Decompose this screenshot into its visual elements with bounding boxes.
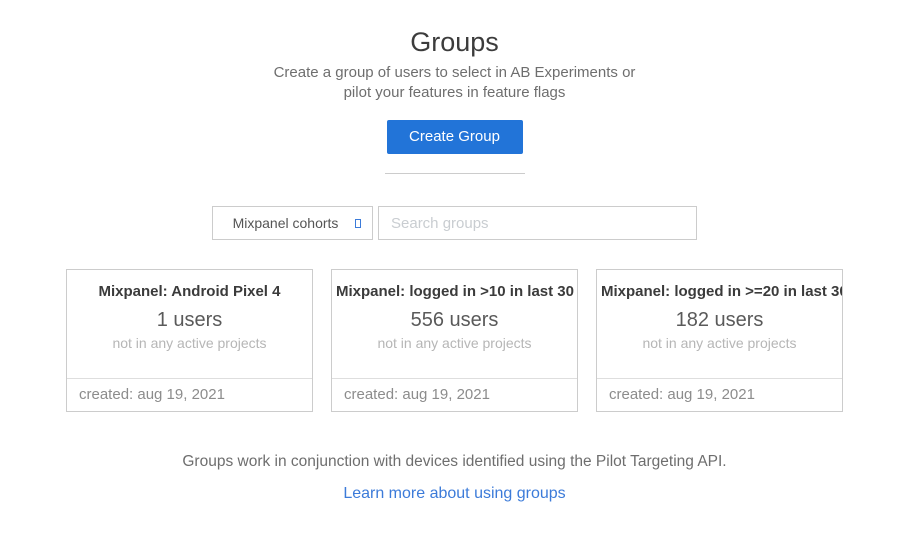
group-projects-status: not in any active projects xyxy=(332,335,577,351)
group-name: Mixpanel: logged in >=20 in last 30... xyxy=(597,283,842,300)
header-divider xyxy=(385,173,525,174)
group-users-count: 182 users xyxy=(597,309,842,332)
group-card-body: Mixpanel: logged in >10 in last 30 ... 5… xyxy=(332,270,577,378)
learn-more-link[interactable]: Learn more about using groups xyxy=(343,485,565,502)
group-name: Mixpanel: Android Pixel 4 xyxy=(67,283,312,300)
group-projects-status: not in any active projects xyxy=(67,335,312,351)
cohort-source-dropdown-value: Mixpanel cohorts xyxy=(233,215,339,231)
group-created-date: created: aug 19, 2021 xyxy=(332,378,577,411)
group-card[interactable]: Mixpanel: logged in >10 in last 30 ... 5… xyxy=(331,269,578,412)
search-groups-input[interactable] xyxy=(378,206,697,240)
groups-page: Groups Create a group of users to select… xyxy=(0,0,909,503)
page-title: Groups xyxy=(0,26,909,58)
page-subtitle: Create a group of users to select in AB … xyxy=(0,63,909,102)
page-subtitle-line2: pilot your features in feature flags xyxy=(0,83,909,103)
group-card[interactable]: Mixpanel: Android Pixel 4 1 users not in… xyxy=(66,269,313,412)
page-header: Groups Create a group of users to select… xyxy=(0,26,909,174)
group-card-body: Mixpanel: logged in >=20 in last 30... 1… xyxy=(597,270,842,378)
groups-info-text: Groups work in conjunction with devices … xyxy=(0,453,909,471)
groups-list: Mixpanel: Android Pixel 4 1 users not in… xyxy=(66,269,843,412)
filter-row: Mixpanel cohorts xyxy=(212,206,697,240)
page-subtitle-line1: Create a group of users to select in AB … xyxy=(0,63,909,83)
group-card-body: Mixpanel: Android Pixel 4 1 users not in… xyxy=(67,270,312,378)
dropdown-indicator-icon xyxy=(355,219,361,228)
group-name: Mixpanel: logged in >10 in last 30 ... xyxy=(332,283,577,300)
group-users-count: 1 users xyxy=(67,309,312,332)
group-projects-status: not in any active projects xyxy=(597,335,842,351)
group-users-count: 556 users xyxy=(332,309,577,332)
create-group-button[interactable]: Create Group xyxy=(387,120,523,154)
group-created-date: created: aug 19, 2021 xyxy=(597,378,842,411)
cohort-source-dropdown[interactable]: Mixpanel cohorts xyxy=(212,206,373,240)
group-created-date: created: aug 19, 2021 xyxy=(67,378,312,411)
group-card[interactable]: Mixpanel: logged in >=20 in last 30... 1… xyxy=(596,269,843,412)
